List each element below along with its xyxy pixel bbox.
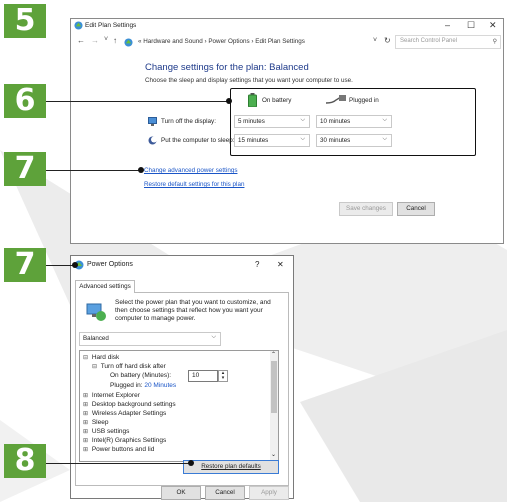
leader-line-8 — [46, 463, 192, 464]
page-subtitle: Choose the sleep and display settings th… — [145, 77, 353, 84]
minimize-button[interactable]: – — [445, 20, 450, 30]
search-placeholder: Search Control Panel — [400, 38, 458, 44]
display-battery-dropdown[interactable]: 5 minutes ⌵ — [234, 115, 310, 128]
scroll-up-icon[interactable]: ⌃ — [271, 351, 276, 358]
change-advanced-settings-link[interactable]: Change advanced power settings — [144, 167, 237, 174]
restore-defaults-link[interactable]: Restore default settings for this plan — [144, 181, 244, 188]
leader-dot-7 — [138, 167, 144, 173]
chevron-down-icon: ⌵ — [382, 136, 387, 142]
apply-button[interactable]: Apply — [249, 486, 289, 500]
up-arrow-icon[interactable]: ↑ — [113, 36, 117, 45]
address-dropdown-icon[interactable]: ˅ — [373, 37, 377, 44]
breadcrumb[interactable]: « Hardware and Sound › Power Options › E… — [138, 38, 305, 45]
chevron-down-icon: ⌵ — [211, 334, 216, 340]
expand-icon[interactable]: ⊞ — [83, 401, 90, 408]
close-button[interactable]: ✕ — [489, 20, 497, 31]
restore-plan-defaults-button[interactable]: Restore plan defaults — [183, 460, 279, 474]
dropdown-value: Balanced — [83, 335, 109, 342]
leader-dot-6 — [226, 98, 232, 104]
control-panel-icon — [74, 21, 83, 30]
save-changes-button[interactable]: Save changes — [339, 202, 393, 216]
tree-item-internet-explorer[interactable]: ⊞ Internet Explorer — [83, 392, 140, 399]
tree-item-hard-disk[interactable]: ⊟ Hard disk — [83, 354, 119, 361]
tree-item-sleep[interactable]: ⊞ Sleep — [83, 419, 108, 426]
expand-icon[interactable]: ⊞ — [83, 437, 90, 444]
maximize-button[interactable]: ☐ — [467, 20, 475, 31]
search-input[interactable]: Search Control Panel ⚲ — [395, 35, 501, 49]
control-panel-icon — [124, 38, 133, 47]
display-plugged-dropdown[interactable]: 10 minutes ⌵ — [316, 115, 392, 128]
leader-line-6 — [46, 101, 229, 102]
recent-locations-icon[interactable]: ˅ — [104, 36, 108, 43]
tree-item-on-battery: On battery (Minutes): — [110, 372, 172, 379]
step-badge-6: 6 — [4, 84, 46, 118]
window-title: Edit Plan Settings — [85, 22, 137, 29]
collapse-icon[interactable]: ⊟ — [92, 363, 99, 370]
plug-icon — [325, 95, 346, 104]
leader-dot-8 — [188, 460, 194, 466]
dialog-description: Select the power plan that you want to c… — [115, 299, 271, 323]
step-badge-7: 7 — [4, 152, 46, 186]
expand-icon[interactable]: ⊞ — [83, 392, 90, 399]
tree-item-wireless-adapter[interactable]: ⊞ Wireless Adapter Settings — [83, 410, 166, 417]
chevron-down-icon: ⌵ — [382, 117, 387, 123]
tree-item-desktop-background[interactable]: ⊞ Desktop background settings — [83, 401, 176, 408]
expand-icon[interactable]: ⊞ — [83, 428, 90, 435]
close-button[interactable]: ✕ — [277, 260, 284, 269]
dropdown-value: 10 minutes — [320, 118, 351, 125]
dialog-title: Power Options — [87, 261, 133, 268]
step-badge-5: 5 — [4, 4, 46, 38]
collapse-icon[interactable]: ⊟ — [83, 354, 90, 361]
back-arrow-icon[interactable]: ← — [77, 36, 85, 45]
turn-off-display-label: Turn off the display: — [161, 118, 216, 125]
on-battery-minutes-stepper[interactable]: 10 — [188, 370, 218, 382]
battery-icon — [248, 93, 257, 107]
step-badge-8: 8 — [4, 444, 46, 478]
cancel-button[interactable]: Cancel — [205, 486, 245, 500]
plugged-in-value[interactable]: 20 Minutes — [144, 382, 176, 389]
help-button[interactable]: ? — [255, 260, 259, 269]
power-plan-icon — [86, 303, 106, 321]
expand-icon[interactable]: ⊞ — [83, 419, 90, 426]
edit-plan-settings-window: Edit Plan Settings – ☐ ✕ ← → ˅ ↑ « Hardw… — [70, 18, 504, 244]
tree-item-intel-graphics[interactable]: ⊞ Intel(R) Graphics Settings — [83, 437, 166, 444]
dropdown-value: 5 minutes — [238, 118, 265, 125]
display-icon — [148, 117, 157, 126]
stepper-value: 10 — [192, 372, 200, 379]
sleep-label: Put the computer to sleep: — [161, 137, 235, 144]
ok-button[interactable]: OK — [161, 486, 201, 500]
plugged-in-header: Plugged in — [349, 97, 379, 104]
step-badge-7-second: 7 — [4, 248, 46, 282]
refresh-icon[interactable]: ↻ — [384, 36, 391, 45]
expand-icon[interactable]: ⊞ — [83, 410, 90, 417]
sleep-plugged-dropdown[interactable]: 30 minutes ⌵ — [316, 134, 392, 147]
plan-selector-dropdown[interactable]: Balanced ⌵ — [79, 332, 221, 346]
search-icon: ⚲ — [492, 39, 497, 45]
tree-item-power-buttons[interactable]: ⊞ Power buttons and lid — [83, 446, 154, 453]
chevron-down-icon: ⌵ — [300, 136, 305, 142]
settings-tree[interactable]: ⊟ Hard disk ⊟ Turn off hard disk after O… — [79, 350, 279, 462]
on-battery-header: On battery — [262, 97, 292, 104]
tree-scrollbar[interactable]: ⌃ ⌄ — [270, 351, 278, 461]
forward-arrow-icon[interactable]: → — [91, 36, 99, 45]
address-bar: ← → ˅ ↑ « Hardware and Sound › Power Opt… — [71, 35, 503, 49]
expand-icon[interactable]: ⊞ — [83, 446, 90, 453]
title-bar: Edit Plan Settings – ☐ ✕ — [71, 19, 503, 33]
page-title: Change settings for the plan: Balanced — [145, 62, 309, 73]
leader-line-7 — [46, 170, 142, 171]
cancel-button[interactable]: Cancel — [397, 202, 435, 216]
dropdown-value: 15 minutes — [238, 137, 269, 144]
dropdown-value: 30 minutes — [320, 137, 351, 144]
chevron-down-icon: ⌵ — [300, 117, 305, 123]
tree-item-usb-settings[interactable]: ⊞ USB settings — [83, 428, 129, 435]
tree-item-plugged-in: Plugged in: 20 Minutes — [110, 382, 177, 389]
tab-advanced-settings[interactable]: Advanced settings — [75, 280, 135, 293]
sleep-battery-dropdown[interactable]: 15 minutes ⌵ — [234, 134, 310, 147]
tree-item-turn-off-hard-disk[interactable]: ⊟ Turn off hard disk after — [92, 363, 166, 370]
stepper-arrows-icon[interactable]: ▴ ▾ — [218, 370, 228, 382]
scrollbar-thumb[interactable] — [271, 361, 277, 413]
scroll-down-icon[interactable]: ⌄ — [271, 451, 276, 458]
sleep-moon-icon — [148, 136, 157, 145]
leader-dot-7-second — [72, 262, 78, 268]
